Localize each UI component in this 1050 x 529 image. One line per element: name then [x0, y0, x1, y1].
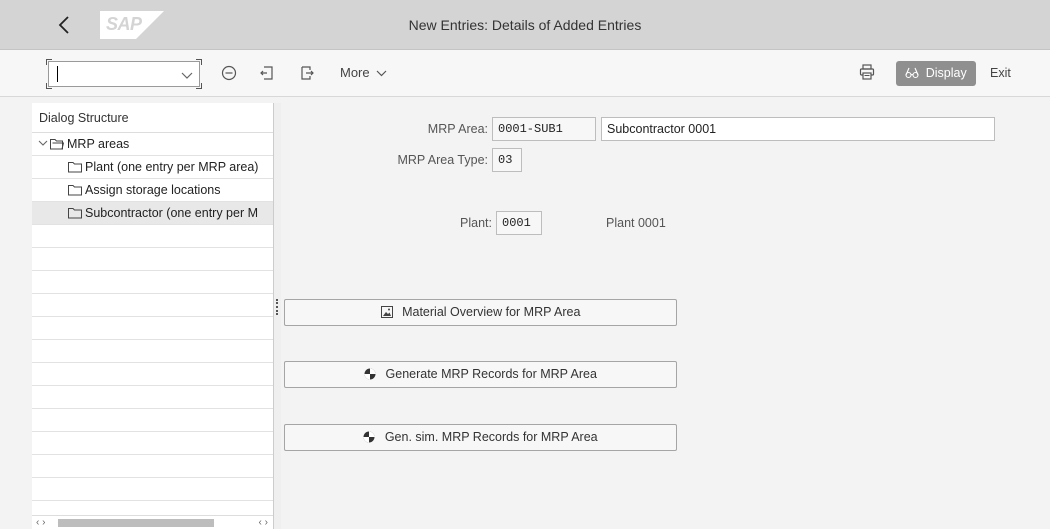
empty-row: [32, 225, 273, 248]
generate-mrp-records-button[interactable]: Generate MRP Records for MRP Area: [284, 361, 677, 388]
scroll-thumb[interactable]: [58, 519, 214, 527]
minus-circle-icon: [221, 65, 237, 81]
mrp-area-field[interactable]: 0001-SUB1: [492, 117, 596, 141]
command-field[interactable]: [46, 59, 202, 89]
material-overview-button[interactable]: Material Overview for MRP Area: [284, 299, 677, 326]
folder-open-icon: [50, 139, 64, 150]
horizontal-scrollbar[interactable]: ‹ › ‹ ›: [32, 515, 273, 529]
chevron-down-icon: [38, 140, 48, 146]
material-overview-label: Material Overview for MRP Area: [402, 305, 581, 319]
plant-description: Plant 0001: [606, 216, 666, 230]
empty-row: [32, 386, 273, 409]
mrp-area-label: MRP Area:: [427, 122, 488, 136]
scroll-arrows-icon[interactable]: ‹ ›: [36, 516, 45, 529]
glasses-icon: [905, 67, 919, 78]
next-entry-button[interactable]: [296, 61, 318, 85]
collapse-toggle[interactable]: [38, 133, 48, 156]
dialog-structure-panel: Dialog Structure MRP areas Plant (one en…: [32, 103, 274, 529]
drag-handle-icon[interactable]: [276, 299, 278, 315]
tree-item-label: Assign storage locations: [85, 183, 221, 197]
mrp-area-type-field[interactable]: 03: [492, 148, 522, 172]
folder-icon: [68, 162, 82, 173]
tree-item-label: Subcontractor (one entry per M: [85, 206, 258, 220]
cancel-button[interactable]: [218, 61, 240, 85]
corner-mark: [46, 59, 52, 65]
folder-icon: [68, 185, 82, 196]
dialog-structure-header: Dialog Structure: [32, 103, 273, 133]
corner-mark: [46, 83, 52, 89]
page-forward-icon: [301, 66, 314, 80]
execute-icon: [363, 431, 375, 443]
toolbar: More Display Exit: [0, 50, 1050, 97]
title-bar: SAP New Entries: Details of Added Entrie…: [0, 0, 1050, 50]
text-cursor: [57, 66, 58, 82]
previous-entry-button[interactable]: [256, 61, 278, 85]
command-dropdown-button[interactable]: [181, 64, 193, 83]
tree-item-mrp-areas[interactable]: MRP areas: [32, 133, 273, 156]
empty-row: [32, 294, 273, 317]
corner-mark: [196, 83, 202, 89]
more-menu-button[interactable]: More: [340, 61, 387, 85]
mrp-area-description-field[interactable]: Subcontractor 0001: [601, 117, 995, 141]
window-title: New Entries: Details of Added Entries: [408, 17, 642, 33]
gen-sim-mrp-records-button[interactable]: Gen. sim. MRP Records for MRP Area: [284, 424, 677, 451]
generate-mrp-records-label: Generate MRP Records for MRP Area: [385, 367, 597, 381]
image-icon: [380, 305, 393, 318]
gen-sim-mrp-records-label: Gen. sim. MRP Records for MRP Area: [384, 430, 598, 444]
empty-row: [32, 455, 273, 478]
empty-row: [32, 432, 273, 455]
tree-item-label: Plant (one entry per MRP area): [85, 160, 259, 174]
empty-row: [32, 478, 273, 501]
tree-item-label: MRP areas: [67, 137, 130, 151]
mrp-area-type-label: MRP Area Type:: [397, 153, 488, 167]
display-button[interactable]: Display: [896, 61, 976, 86]
folder-icon: [68, 208, 82, 219]
print-button[interactable]: [858, 63, 878, 83]
empty-row: [32, 271, 273, 294]
empty-row: [32, 317, 273, 340]
tree-item-subcontractor[interactable]: Subcontractor (one entry per M: [32, 202, 273, 225]
empty-row: [32, 248, 273, 271]
more-label: More: [340, 65, 370, 80]
corner-mark: [196, 59, 202, 65]
empty-row: [32, 409, 273, 432]
tree-item-assign-storage-locations[interactable]: Assign storage locations: [32, 179, 273, 202]
display-label: Display: [925, 66, 967, 80]
tree-item-plant[interactable]: Plant (one entry per MRP area): [32, 156, 273, 179]
execute-icon: [364, 368, 376, 380]
chevron-down-icon: [181, 72, 193, 79]
exit-button[interactable]: Exit: [990, 61, 1011, 86]
empty-row: [32, 363, 273, 386]
plant-label: Plant:: [460, 216, 492, 230]
page-back-icon: [260, 66, 273, 80]
empty-row: [32, 340, 273, 363]
plant-field[interactable]: 0001: [496, 211, 542, 235]
chevron-down-icon: [376, 70, 387, 77]
scroll-arrows-icon[interactable]: ‹ ›: [259, 516, 268, 529]
printer-icon: [859, 64, 875, 80]
panel-splitter[interactable]: [274, 103, 281, 529]
